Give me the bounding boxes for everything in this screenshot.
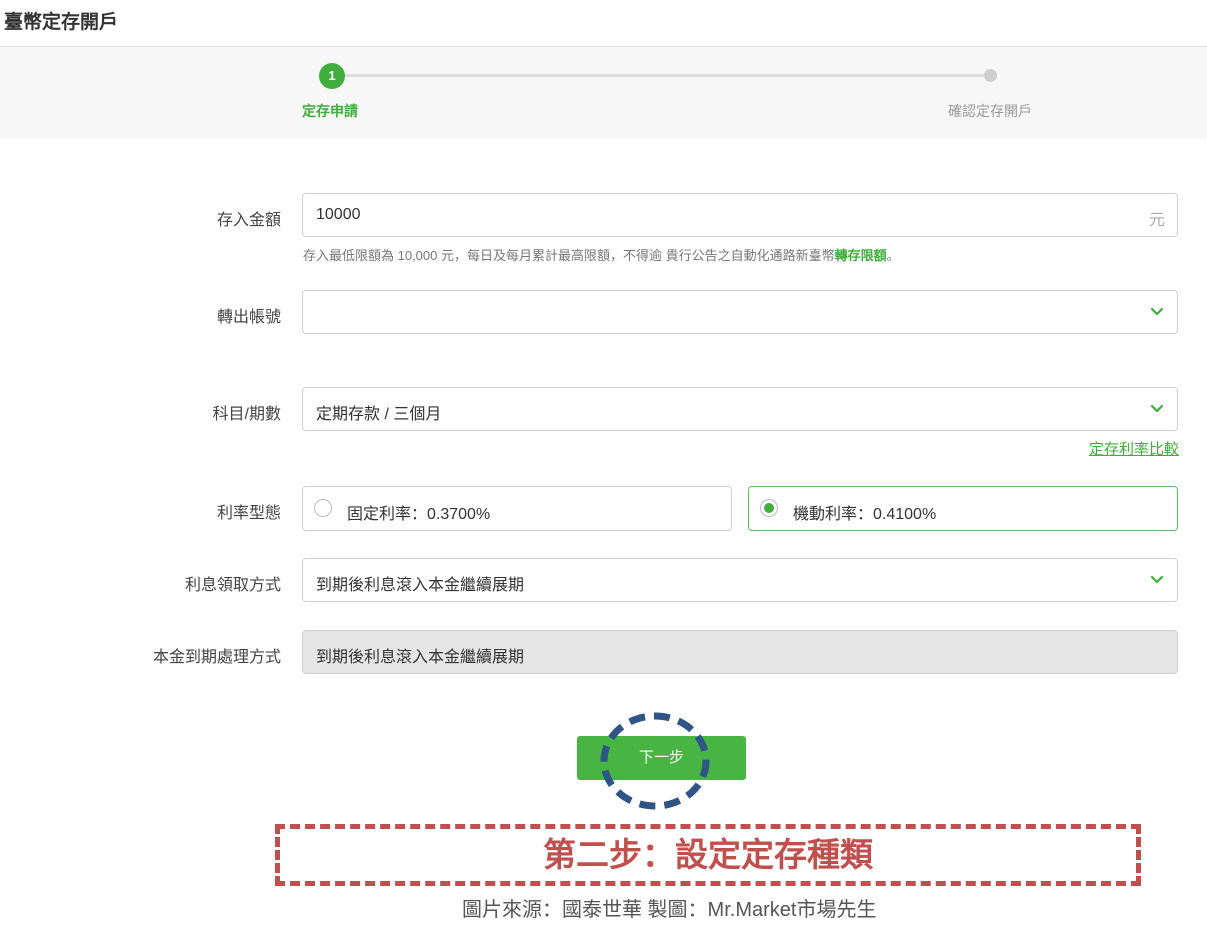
step-2-indicator <box>984 69 997 82</box>
stepper-track <box>332 74 990 77</box>
step-1-indicator: 1 <box>319 63 345 89</box>
amount-unit: 元 <box>1148 212 1165 229</box>
amount-label: 存入金額 <box>216 212 281 229</box>
fixed-rate-label: 固定利率：0.3700% <box>347 506 491 523</box>
chevron-down-icon <box>1150 307 1164 316</box>
maturity-method-label: 本金到期處理方式 <box>152 649 281 666</box>
interest-method-label: 利息領取方式 <box>184 577 281 594</box>
rate-type-label: 利率型態 <box>216 505 281 522</box>
maturity-method-value: 到期後利息滾入本金繼續展期 <box>316 649 525 666</box>
account-select[interactable] <box>302 290 1178 334</box>
page-header: 臺幣定存開戶 <box>0 0 1207 47</box>
account-label: 轉出帳號 <box>216 309 281 326</box>
step-2-label: 確認定存開戶 <box>948 103 1032 119</box>
transfer-limit-link[interactable]: 轉存限額 <box>835 248 887 263</box>
floating-rate-label: 機動利率：0.4100% <box>793 506 937 523</box>
floating-rate-radio[interactable] <box>760 499 778 517</box>
amount-input[interactable]: 10000 元 <box>302 193 1178 237</box>
step-1-label: 定存申請 <box>302 103 358 119</box>
progress-stepper: 1 定存申請 確認定存開戶 <box>0 47 1207 139</box>
interest-method-value: 到期後利息滾入本金繼續展期 <box>316 577 525 594</box>
interest-method-select[interactable]: 到期後利息滾入本金繼續展期 <box>302 558 1178 602</box>
amount-value: 10000 <box>316 206 361 223</box>
term-label: 科目/期數 <box>212 406 281 423</box>
maturity-method-field: 到期後利息滾入本金繼續展期 <box>302 630 1178 674</box>
floating-rate-option[interactable]: 機動利率：0.4100% <box>748 486 1178 531</box>
rate-compare-link[interactable]: 定存利率比較 <box>1089 438 1179 459</box>
fixed-rate-radio[interactable] <box>314 499 332 517</box>
amount-hint-tail: 。 <box>886 248 900 263</box>
fixed-rate-option[interactable]: 固定利率：0.3700% <box>302 486 732 531</box>
amount-hint: 存入最低限額為 10,000 元，每日及每月累計最高限額，不得逾 貴行公告之自動… <box>303 245 900 264</box>
banner-text: 第二步：設定定存種類 <box>543 836 873 873</box>
term-value: 定期存款 / 三個月 <box>316 406 442 423</box>
page-title: 臺幣定存開戶 <box>4 12 119 33</box>
step-annotation-banner: 第二步：設定定存種類 <box>275 824 1141 886</box>
image-source-caption: 圖片來源：國泰世華 製圖：Mr.Market市場先生 <box>462 899 877 921</box>
chevron-down-icon <box>1150 404 1164 413</box>
amount-hint-text: 存入最低限額為 10,000 元，每日及每月累計最高限額，不得逾 貴行公告之自動… <box>303 248 835 263</box>
chevron-down-icon <box>1150 575 1164 584</box>
term-select[interactable]: 定期存款 / 三個月 <box>302 387 1178 431</box>
highlight-circle-annotation <box>600 712 710 810</box>
